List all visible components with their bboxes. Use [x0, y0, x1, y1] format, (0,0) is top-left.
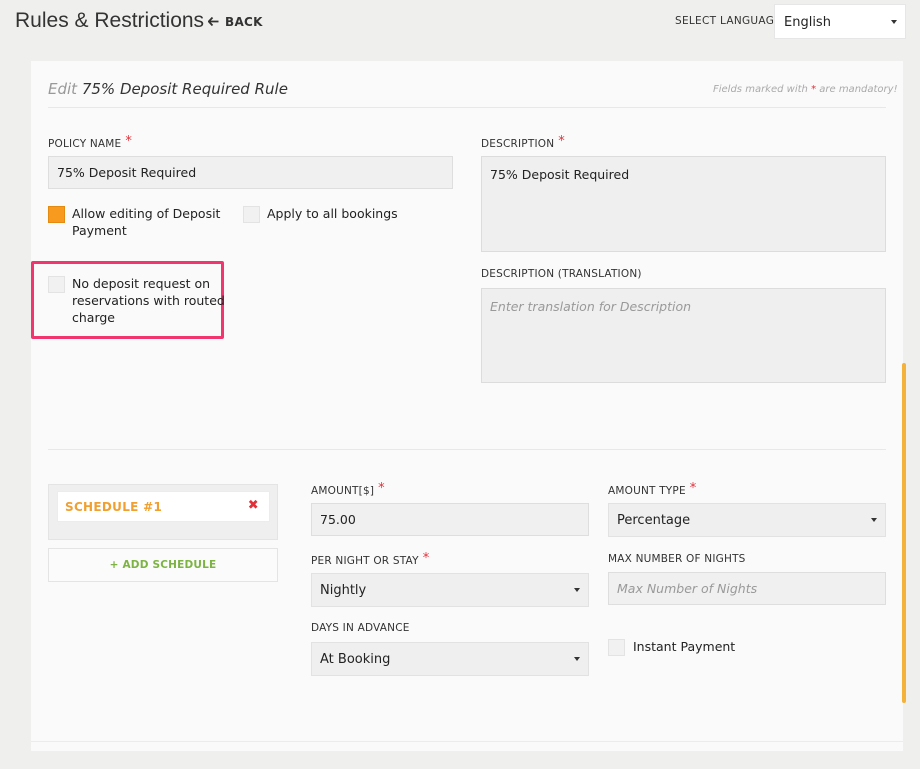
language-select[interactable]: English	[774, 4, 906, 39]
caret-down-icon	[871, 518, 877, 522]
required-star: *	[558, 134, 565, 149]
per-night-label: PER NIGHT OR STAY *	[311, 551, 430, 567]
days-advance-label: DAYS IN ADVANCE	[311, 622, 410, 634]
caret-down-icon	[891, 20, 897, 24]
days-advance-select[interactable]: At Booking	[311, 642, 589, 676]
amount-input[interactable]: 75.00	[311, 503, 589, 536]
rule-name: 75% Deposit Required Rule	[81, 80, 288, 98]
mandatory-note: Fields marked with * are mandatory!	[713, 84, 898, 95]
required-star: *	[811, 84, 817, 95]
apply-all-bookings-checkbox[interactable]	[243, 206, 260, 223]
back-label: BACK	[225, 15, 263, 29]
required-star: *	[689, 481, 697, 496]
divider	[48, 449, 886, 450]
instant-payment-label: Instant Payment	[633, 639, 736, 654]
language-label: SELECT LANGUAGE	[675, 15, 782, 27]
page-title: Rules & Restrictions	[15, 9, 205, 32]
description-translation-textarea[interactable]: Enter translation for Description	[481, 288, 886, 383]
description-textarea[interactable]: 75% Deposit Required	[481, 156, 886, 252]
schedule-item[interactable]: SCHEDULE #1 ✖	[57, 491, 270, 522]
policy-name-label: POLICY NAME *	[48, 134, 133, 150]
max-nights-input[interactable]: Max Number of Nights	[608, 572, 886, 605]
instant-payment-checkbox[interactable]	[608, 639, 625, 656]
divider	[31, 741, 903, 742]
edit-prefix: Edit	[48, 80, 78, 98]
caret-down-icon	[574, 588, 580, 592]
close-icon[interactable]: ✖	[248, 498, 259, 513]
no-deposit-label: No deposit request on reservations with …	[72, 276, 225, 325]
amount-type-select[interactable]: Percentage	[608, 503, 886, 537]
scrollbar-thumb[interactable]	[902, 363, 906, 703]
amount-type-value: Percentage	[617, 512, 691, 528]
amount-label: AMOUNT[$] *	[311, 481, 385, 497]
add-schedule-button[interactable]: + ADD SCHEDULE	[48, 548, 278, 582]
back-link[interactable]: BACK	[207, 15, 263, 29]
days-advance-value: At Booking	[320, 651, 391, 667]
max-nights-label: MAX NUMBER OF NIGHTS	[608, 553, 746, 565]
policy-name-input[interactable]: 75% Deposit Required	[48, 156, 453, 189]
max-nights-placeholder: Max Number of Nights	[617, 581, 758, 596]
divider	[48, 107, 886, 108]
per-night-value: Nightly	[320, 582, 367, 598]
per-night-select[interactable]: Nightly	[311, 573, 589, 607]
required-star: *	[422, 551, 430, 566]
amount-type-label: AMOUNT TYPE *	[608, 481, 697, 497]
allow-editing-checkbox[interactable]	[48, 206, 65, 223]
no-deposit-checkbox[interactable]	[48, 276, 65, 293]
required-star: *	[125, 134, 133, 149]
apply-all-bookings-label: Apply to all bookings	[267, 206, 398, 221]
description-translation-label: DESCRIPTION (TRANSLATION)	[481, 268, 642, 280]
description-label: DESCRIPTION *	[481, 134, 565, 150]
description-translation-placeholder: Enter translation for Description	[490, 299, 692, 314]
allow-editing-label: Allow editing of Deposit Payment	[72, 206, 221, 238]
caret-down-icon	[574, 657, 580, 661]
schedule-item-label: SCHEDULE #1	[65, 500, 163, 514]
required-star: *	[378, 481, 385, 496]
language-value: English	[784, 15, 831, 30]
edit-title: Edit 75% Deposit Required Rule	[48, 80, 288, 98]
arrow-left-icon	[207, 15, 219, 29]
